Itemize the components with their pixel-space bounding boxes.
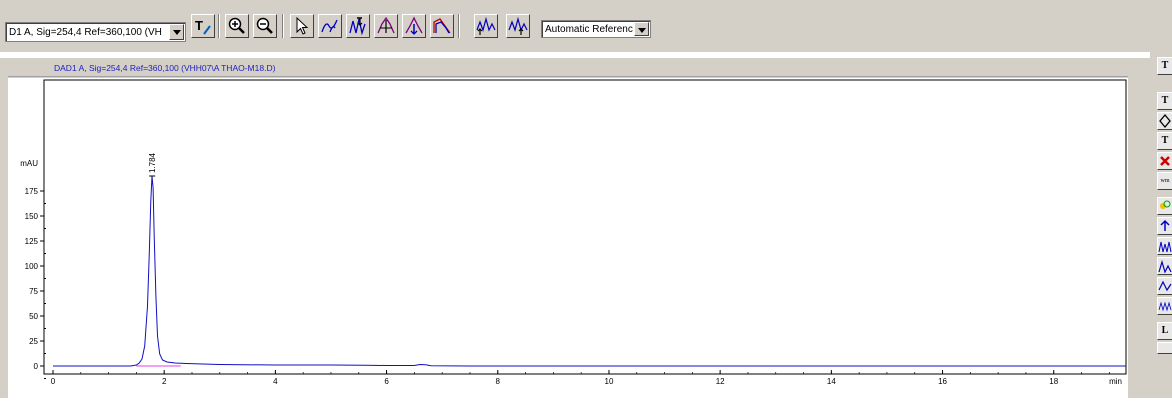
color-button[interactable] <box>1157 197 1172 215</box>
y-tick-label: 50 <box>29 312 38 321</box>
text-bold-button[interactable]: T <box>1157 132 1172 150</box>
split-peak-button[interactable] <box>374 14 398 38</box>
x-tick-label: 14 <box>827 377 836 386</box>
signal-select-value: D1 A, Sig=254,4 Ref=360,100 (VH <box>9 27 162 38</box>
peak-label-icon <box>1158 259 1172 274</box>
y-axis-unit: mAU <box>20 159 38 168</box>
axis-button[interactable]: L <box>1157 322 1172 340</box>
delete-peak-button[interactable] <box>402 14 426 38</box>
peak-label-button[interactable] <box>1157 257 1172 275</box>
reference-select[interactable]: Automatic Referenc <box>541 20 651 38</box>
select-pointer-button[interactable] <box>290 14 314 38</box>
y-tick-label: 25 <box>29 337 38 346</box>
tangent-skim-icon <box>476 16 496 35</box>
x-tick-label: 12 <box>716 377 725 386</box>
y-tick-label: 75 <box>29 287 38 296</box>
chromatogram-trace <box>53 175 1126 367</box>
baseline-button[interactable] <box>1157 277 1172 295</box>
move-up-button[interactable] <box>1157 217 1172 235</box>
draw-baseline-button[interactable] <box>318 14 342 38</box>
baseline-drop-button[interactable] <box>506 14 530 38</box>
overlay-button[interactable] <box>1157 237 1172 255</box>
signal-overlay-button[interactable] <box>1157 297 1172 315</box>
arrow-up-icon <box>1160 219 1170 231</box>
signal-header-text: DAD1 A, Sig=254,4 Ref=360,100 (VHH07\A T… <box>54 63 276 73</box>
spectrum-button[interactable] <box>430 14 454 38</box>
palette-icon <box>1160 200 1171 209</box>
x-tick-label: 4 <box>273 377 278 386</box>
zoom-out-icon <box>256 17 273 34</box>
signal-overlay-icon <box>1158 301 1172 312</box>
y-tick-label: 100 <box>25 262 39 271</box>
signal-header: DAD1 A, Sig=254,4 Ref=360,100 (VHH07\A T… <box>8 63 1128 77</box>
y-tick-label: 125 <box>25 237 39 246</box>
toolbar-separator <box>458 14 460 38</box>
toolbar-separator <box>282 14 284 38</box>
baseline-curve-icon <box>321 19 338 33</box>
x-axis-unit: min <box>1109 377 1122 386</box>
manual-integration-button[interactable] <box>346 14 370 38</box>
y-tick-label: 150 <box>25 212 39 221</box>
spectrum-icon <box>433 18 451 34</box>
zoom-in-button[interactable] <box>225 14 249 38</box>
text-button[interactable]: T <box>1157 92 1172 110</box>
baseline-icon <box>1158 280 1172 292</box>
delete-icon <box>1160 156 1170 166</box>
extra-tool-button[interactable] <box>1157 342 1172 354</box>
y-tick-label: 0 <box>34 362 39 371</box>
x-tick-label: 2 <box>162 377 167 386</box>
toolbar: D1 A, Sig=254,4 Ref=360,100 (VH T Automa… <box>0 0 1172 52</box>
text-tool-button[interactable]: T <box>191 14 215 38</box>
x-tick-label: 0 <box>51 377 56 386</box>
pointer-icon <box>296 16 309 35</box>
delete-peak-icon <box>405 16 423 35</box>
shape-icon <box>1159 113 1171 129</box>
x-tick-label: 10 <box>605 377 614 386</box>
reference-select-value: Automatic Referenc <box>545 24 633 35</box>
right-toolbar: T T T wm L <box>1150 52 1172 398</box>
x-tick-label: 6 <box>384 377 389 386</box>
toolbar-separator <box>218 14 220 38</box>
overlay-icon <box>1158 241 1172 253</box>
x-tick-label: 16 <box>938 377 947 386</box>
integration-peak-icon <box>349 17 366 36</box>
zoom-out-button[interactable] <box>253 14 277 38</box>
draw-shape-button[interactable] <box>1157 112 1172 130</box>
select-text-button[interactable]: T <box>1157 57 1172 75</box>
split-peak-icon <box>377 16 395 34</box>
text-tool-icon: T <box>195 18 211 35</box>
y-tick-label: 175 <box>25 187 39 196</box>
zoom-in-icon <box>228 17 245 34</box>
tangent-skim-button[interactable] <box>474 14 498 38</box>
x-tick-label: 18 <box>1049 377 1058 386</box>
chevron-down-icon[interactable] <box>634 22 649 36</box>
peak-rt-label: 1.784 <box>148 152 157 173</box>
x-tick-label: 8 <box>496 377 501 386</box>
chevron-down-icon[interactable] <box>169 24 184 40</box>
chromatogram-plot[interactable]: 0 25 50 75 100 125 150 175 mAU 0 2 4 6 8 10 12 14 16 18 min… <box>8 78 1128 398</box>
plot-frame <box>43 79 1127 375</box>
baseline-drop-icon <box>508 16 528 35</box>
chromatogram-svg: 0 25 50 75 100 125 150 175 mAU 0 2 4 6 8 10 12 14 16 18 min… <box>20 79 1127 386</box>
delete-annotation-button[interactable] <box>1157 152 1172 170</box>
svg-text:T: T <box>195 18 203 33</box>
signal-select[interactable]: D1 A, Sig=254,4 Ref=360,100 (VH <box>5 22 186 42</box>
wrap-text-button[interactable]: wm <box>1157 172 1172 190</box>
